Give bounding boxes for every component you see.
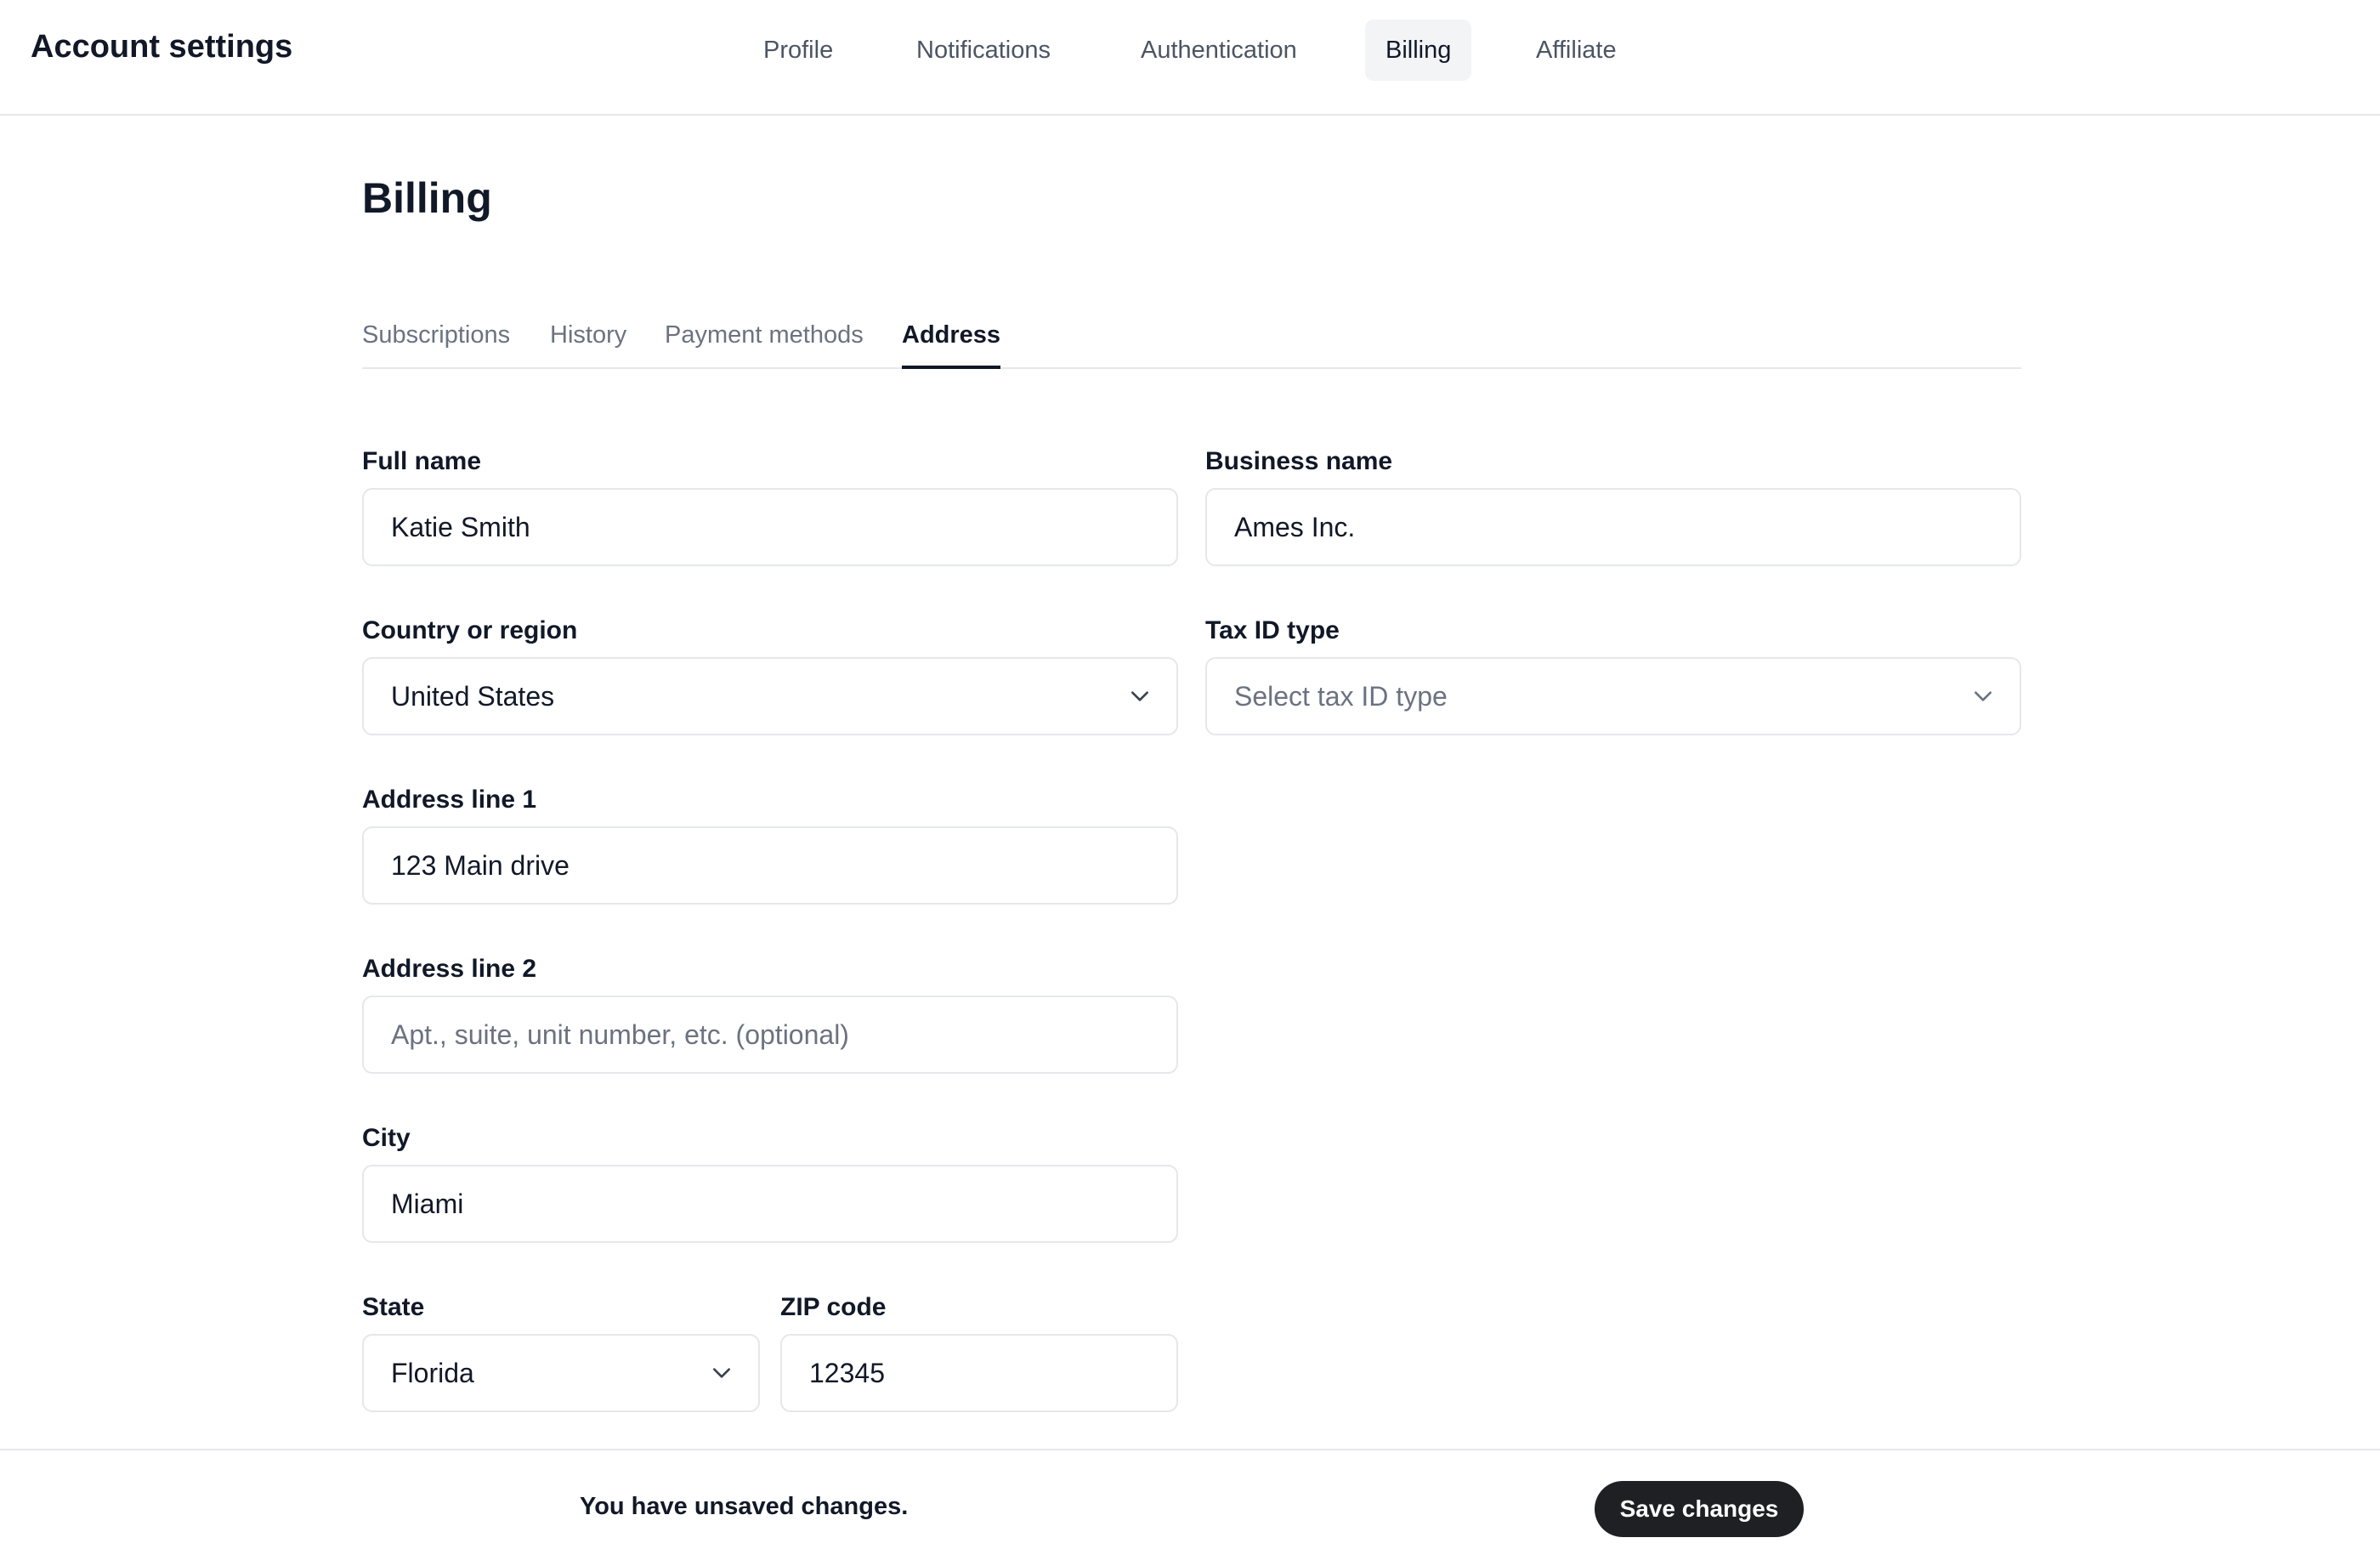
address-line-1-input[interactable]: 123 Main drive (362, 826, 1178, 905)
country-select[interactable]: United States (362, 657, 1178, 735)
tab-subscriptions[interactable]: Subscriptions (362, 321, 510, 369)
business-name-input[interactable]: Ames Inc. (1205, 488, 2021, 566)
city-label: City (362, 1124, 411, 1152)
billing-tabs: Subscriptions History Payment methods Ad… (362, 306, 2021, 369)
full-name-input[interactable]: Katie Smith (362, 488, 1178, 566)
state-label: State (362, 1293, 425, 1321)
tax-id-type-select[interactable]: Select tax ID type (1205, 657, 2021, 735)
country-label: Country or region (362, 616, 578, 644)
address-line-1-value: 123 Main drive (391, 850, 570, 881)
unsaved-message: You have unsaved changes. (580, 1493, 909, 1520)
tax-id-type-label: Tax ID type (1205, 616, 1340, 644)
nav-billing[interactable]: Billing (1365, 20, 1472, 81)
tab-history[interactable]: History (550, 321, 626, 369)
state-select[interactable]: Florida (362, 1334, 760, 1412)
address-line-2-label: Address line 2 (362, 955, 537, 983)
address-line-2-input[interactable]: Apt., suite, unit number, etc. (optional… (362, 996, 1178, 1074)
nav-affiliate[interactable]: Affiliate (1516, 20, 1637, 81)
page-title: Billing (362, 174, 492, 222)
chevron-down-icon (1975, 691, 1992, 701)
address-line-2-placeholder: Apt., suite, unit number, etc. (optional… (391, 1019, 849, 1050)
business-name-label: Business name (1205, 447, 1393, 475)
chevron-down-icon (713, 1368, 730, 1378)
city-value: Miami (391, 1189, 464, 1219)
zip-label: ZIP code (780, 1293, 887, 1321)
nav-profile[interactable]: Profile (743, 20, 853, 81)
tab-address[interactable]: Address (902, 321, 1001, 369)
unsaved-changes-bar: You have unsaved changes. Save changes (0, 1449, 2380, 1549)
nav-authentication[interactable]: Authentication (1120, 20, 1318, 81)
save-button[interactable]: Save changes (1595, 1481, 1804, 1537)
tab-payment-methods[interactable]: Payment methods (665, 321, 864, 369)
app-title: Account settings (31, 29, 293, 65)
chevron-down-icon (1131, 691, 1148, 701)
tax-id-type-placeholder: Select tax ID type (1234, 681, 1448, 712)
city-input[interactable]: Miami (362, 1165, 1178, 1243)
full-name-label: Full name (362, 447, 482, 475)
zip-input[interactable]: 12345 (780, 1334, 1178, 1412)
state-value: Florida (391, 1358, 474, 1388)
top-bar: Account settings Profile Notifications A… (0, 0, 2380, 116)
full-name-value: Katie Smith (391, 512, 530, 542)
zip-value: 12345 (809, 1358, 885, 1388)
address-line-1-label: Address line 1 (362, 786, 537, 814)
business-name-value: Ames Inc. (1234, 512, 1356, 542)
country-value: United States (391, 681, 555, 712)
nav-notifications[interactable]: Notifications (896, 20, 1071, 81)
